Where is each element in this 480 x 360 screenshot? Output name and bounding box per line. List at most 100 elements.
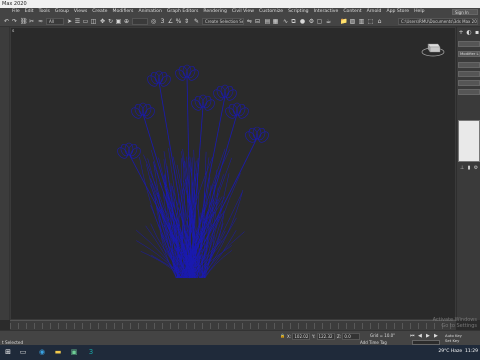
menu-item-modifiers[interactable]: Modifiers	[112, 9, 133, 14]
angle-snap-icon[interactable]: ∠	[167, 18, 174, 25]
y-coordinate[interactable]: Y: 122.32	[312, 333, 335, 340]
next-frame-icon[interactable]: ▶	[434, 333, 438, 339]
workspace-path-dropdown[interactable]: C:\Users\RMU\Documents\3ds Max 2020	[398, 18, 478, 25]
modify-tab-icon[interactable]: ◐	[466, 29, 472, 36]
modifier-button-3[interactable]	[458, 80, 480, 86]
edit-named-selection-icon[interactable]: ✎	[193, 18, 200, 25]
move-icon[interactable]: ✥	[99, 18, 106, 25]
layer-explorer-icon[interactable]: ▤	[264, 18, 271, 25]
undo-icon[interactable]: ↶	[3, 18, 10, 25]
bind-space-warp-icon[interactable]: ≈	[37, 18, 44, 25]
menu-item-help[interactable]: Help	[414, 9, 424, 14]
prev-frame-icon[interactable]: ◀	[418, 333, 422, 339]
open-folder-icon[interactable]: 📁	[340, 18, 347, 25]
start-icon[interactable]: ⊞	[3, 348, 13, 357]
menu-item-scripting[interactable]: Scripting	[288, 9, 308, 14]
rotate-icon[interactable]: ↻	[107, 18, 114, 25]
render-production-icon[interactable]: ☕	[325, 18, 332, 25]
modifier-button-1[interactable]	[458, 62, 480, 68]
place-icon[interactable]: ⊕	[123, 18, 130, 25]
named-selection-dropdown[interactable]: Create Selection Se	[202, 18, 244, 25]
select-by-name-icon[interactable]: ☰	[74, 18, 81, 25]
modifier-stack-list[interactable]	[458, 120, 480, 162]
modifier-button-2[interactable]	[458, 71, 480, 77]
render-setup-icon[interactable]: ⚙	[308, 18, 315, 25]
create-tab-icon[interactable]: +	[458, 29, 464, 36]
snapshot-icon[interactable]: ⬚	[367, 18, 374, 25]
time-slider-track[interactable]	[10, 320, 456, 330]
x-coordinate[interactable]: X: 102.02	[287, 333, 311, 340]
modifier-button-4[interactable]	[458, 89, 480, 95]
menu-item-content[interactable]: Content	[343, 9, 361, 14]
snaps-toggle-icon[interactable]: 3	[159, 18, 166, 25]
store-icon[interactable]: ▣	[69, 348, 79, 357]
window-crossing-icon[interactable]: ◫	[90, 18, 97, 25]
menu-item-edit[interactable]: Edit	[25, 9, 34, 14]
rendered-frame-window-icon[interactable]: ▢	[316, 18, 323, 25]
rect-selection-icon[interactable]: ▭	[82, 18, 89, 25]
set-key-button[interactable]: Set Key	[445, 338, 479, 343]
plant-wireframe-model[interactable]	[11, 28, 455, 319]
3ds-max-icon[interactable]: 3	[86, 348, 96, 357]
mirror-icon[interactable]: ⇋	[246, 18, 253, 25]
modifier-list-dropdown[interactable]: Modifier List	[458, 51, 480, 57]
menu-item-arnold[interactable]: Arnold	[367, 9, 382, 14]
project-icon[interactable]: ▨	[349, 18, 356, 25]
schematic-view-icon[interactable]: ⧉	[290, 18, 297, 25]
spinner-snap-icon[interactable]: ⇕	[183, 18, 190, 25]
curve-editor-icon[interactable]: ∿	[282, 18, 289, 25]
selection-filter-dropdown[interactable]: All	[46, 18, 64, 25]
file-explorer-icon[interactable]: ▬	[53, 348, 63, 357]
align-icon[interactable]: ⊟	[254, 18, 261, 25]
goto-start-icon[interactable]: ⏮	[410, 333, 415, 339]
menu-item-group[interactable]: Group	[55, 9, 69, 14]
clock-text[interactable]: 11:29	[465, 349, 478, 354]
menu-item-app-store[interactable]: App Store	[386, 9, 409, 14]
object-name-field[interactable]	[458, 41, 480, 47]
edge-icon[interactable]: ◉	[37, 348, 47, 357]
reference-coordinate-dropdown[interactable]	[132, 18, 148, 25]
menu-item-civil-view[interactable]: Civil View	[232, 9, 254, 14]
menu-item-views[interactable]: Views	[74, 9, 87, 14]
hierarchy-tab-icon[interactable]: ▪	[474, 29, 480, 36]
command-panel: +◐▪ Modifier List ⊥ ▮ ⚙	[456, 27, 480, 320]
menu-item-customize[interactable]: Customize	[259, 9, 283, 14]
weather-text[interactable]: 29°C Haze	[438, 349, 462, 354]
project-settings-icon[interactable]: ▥	[358, 18, 365, 25]
x-value[interactable]: 102.02	[292, 333, 311, 340]
menu-item-rendering[interactable]: Rendering	[203, 9, 226, 14]
y-value[interactable]: 122.32	[316, 333, 335, 340]
menu-item-graph-editors[interactable]: Graph Editors	[167, 9, 199, 14]
menu-item-create[interactable]: Create	[92, 9, 107, 14]
scene-explorer-icon[interactable]: ▦	[272, 18, 279, 25]
left-ribbon-strip	[0, 27, 10, 320]
menu-item-interactive[interactable]: Interactive	[314, 9, 339, 14]
link-icon[interactable]: ⛓	[20, 18, 28, 25]
windows-taskbar: ⊞ ▭ ◉ ▬ ▣ 3 29°C Haze 11:29	[0, 345, 480, 360]
task-view-icon[interactable]: ▭	[18, 348, 28, 357]
menu-item-tools[interactable]: Tools	[39, 9, 50, 14]
menu-bar: File Edit Tools Group Views Create Modifiers An…	[0, 8, 480, 16]
z-coordinate[interactable]: Z: 0.0	[337, 333, 361, 340]
scale-icon[interactable]: ▣	[115, 18, 122, 25]
timeline-ticks	[10, 323, 456, 329]
sign-in-button[interactable]: Sign In	[452, 9, 478, 15]
title-bar: Max 2020	[0, 0, 480, 8]
project-folder-icon[interactable]: ⌂	[376, 18, 383, 25]
menu-item-file[interactable]: File	[12, 9, 20, 14]
percent-snap-icon[interactable]: %	[175, 18, 182, 25]
flower-7	[190, 126, 269, 269]
play-icon[interactable]: ▶	[426, 333, 430, 339]
unlink-icon[interactable]: ✂	[28, 18, 35, 25]
redo-icon[interactable]: ↷	[11, 18, 18, 25]
menu-item-animation[interactable]: Animation	[138, 9, 161, 14]
show-end-result-icon[interactable]: ▮	[466, 165, 472, 171]
select-object-icon[interactable]: ➤	[66, 18, 73, 25]
pin-stack-icon[interactable]: ⊥	[459, 165, 465, 171]
z-value[interactable]: 0.0	[342, 333, 361, 340]
perspective-viewport[interactable]: s	[10, 27, 456, 320]
configure-sets-icon[interactable]: ⚙	[473, 165, 479, 171]
material-editor-icon[interactable]: ●	[299, 18, 306, 25]
lock-selection-icon[interactable]: 🔒	[280, 333, 285, 338]
pivot-center-icon[interactable]: ◎	[150, 18, 157, 25]
